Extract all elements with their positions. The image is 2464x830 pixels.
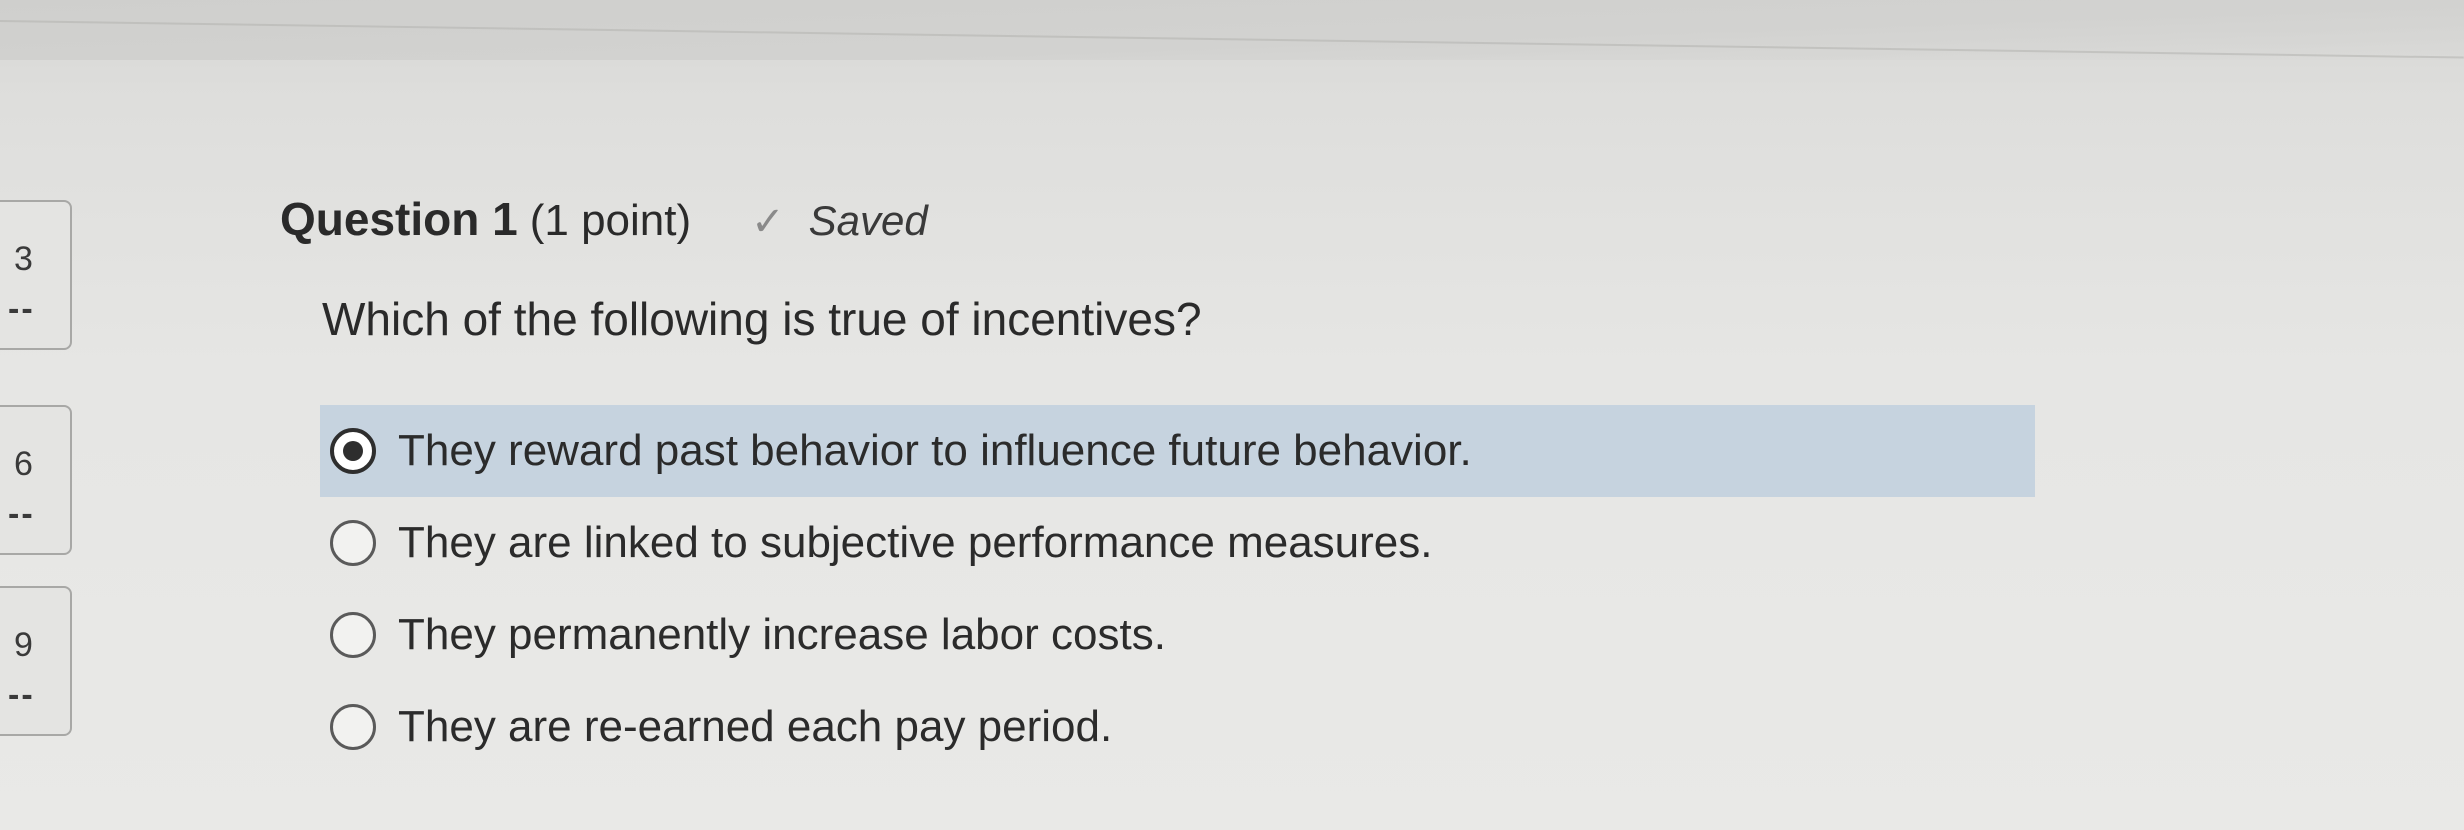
answer-option-4[interactable]: They are re-earned each pay period. <box>320 681 2035 773</box>
nav-question-number: 3 <box>14 240 33 278</box>
nav-question-6[interactable]: 6 -- <box>0 405 72 555</box>
answer-option-label[interactable]: They permanently increase labor costs. <box>398 610 1166 660</box>
question-text: Which of the following is true of incent… <box>322 293 1202 345</box>
answer-options: They reward past behavior to influence f… <box>320 405 2035 773</box>
answer-option-3[interactable]: They permanently increase labor costs. <box>320 589 2035 681</box>
nav-question-9[interactable]: 9 -- <box>0 586 72 736</box>
radio-button[interactable] <box>330 704 376 750</box>
saved-status: ✓ Saved <box>751 197 928 245</box>
question-points: (1 point) <box>529 196 692 245</box>
question-header: Question 1 (1 point) ✓ Saved <box>280 192 928 246</box>
answer-option-1[interactable]: They reward past behavior to influence f… <box>320 405 2035 497</box>
nav-question-number: 9 <box>14 626 33 664</box>
answer-option-label[interactable]: They reward past behavior to influence f… <box>398 426 1472 476</box>
check-icon: ✓ <box>751 200 785 244</box>
radio-button[interactable] <box>330 612 376 658</box>
nav-question-3[interactable]: 3 -- <box>0 200 72 350</box>
answer-option-label[interactable]: They are re-earned each pay period. <box>398 702 1112 752</box>
radio-button-selected[interactable] <box>330 428 376 474</box>
radio-button[interactable] <box>330 520 376 566</box>
nav-question-status: -- <box>8 290 35 328</box>
nav-question-status: -- <box>8 495 35 533</box>
answer-option-label[interactable]: They are linked to subjective performanc… <box>398 518 1433 568</box>
answer-option-2[interactable]: They are linked to subjective performanc… <box>320 497 2035 589</box>
question-title: Question 1 <box>280 193 518 245</box>
saved-label: Saved <box>808 197 928 244</box>
nav-question-number: 6 <box>14 445 33 483</box>
nav-question-status: -- <box>8 676 35 714</box>
